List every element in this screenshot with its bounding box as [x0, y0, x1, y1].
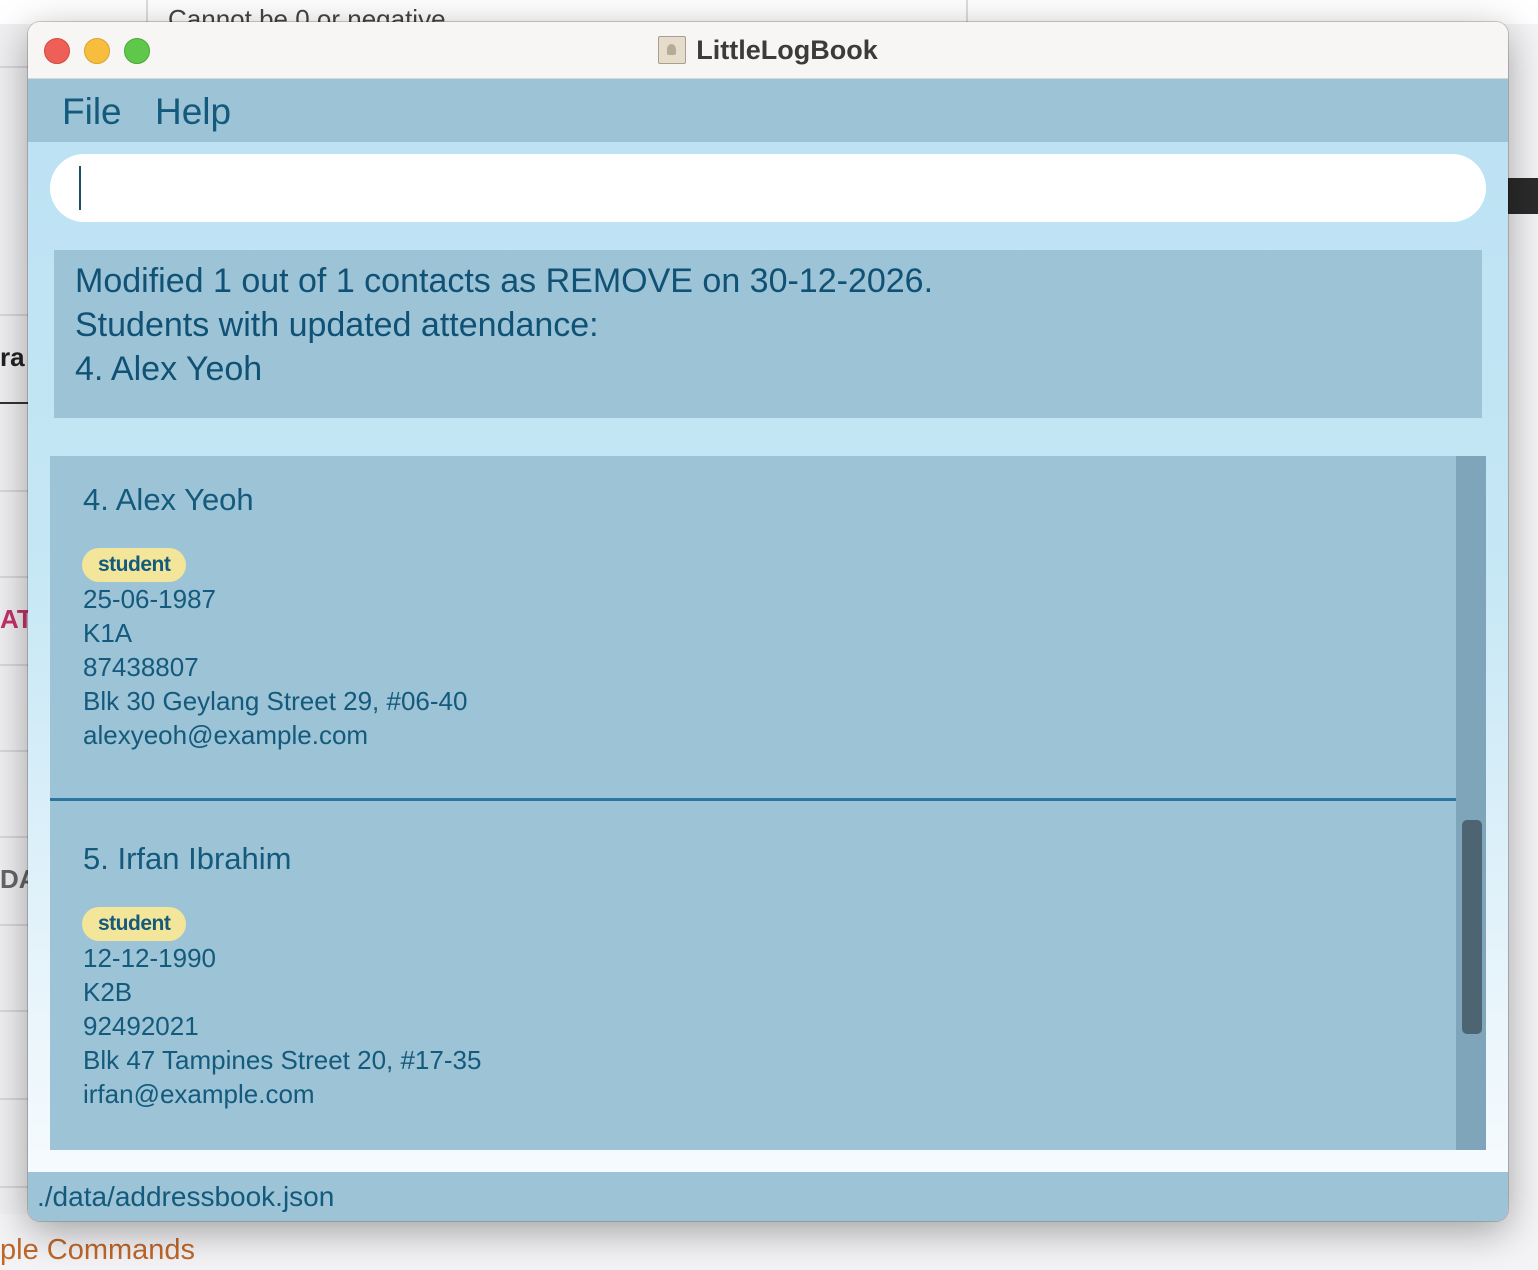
contact-address: Blk 30 Geylang Street 29, #06-40: [83, 686, 468, 716]
contact-phone: 92492021: [83, 1011, 199, 1041]
result-line: Students with updated attendance:: [75, 306, 599, 344]
background-bottom-text: ple Commands: [0, 1234, 196, 1266]
status-bar: ./data/addressbook.json: [28, 1172, 1508, 1221]
window-title: LittleLogBook: [696, 34, 878, 65]
address-book-icon: [658, 36, 687, 64]
contact-email: irfan@example.com: [83, 1079, 315, 1109]
background-snippet: DA: [0, 864, 28, 894]
contact-class: K1A: [83, 618, 133, 648]
contact-address: Blk 47 Tampines Street 20, #17-35: [83, 1045, 482, 1075]
background-snippet: AT: [0, 604, 28, 634]
app-window: LittleLogBook File Help Modified 1 out o…: [28, 22, 1508, 1221]
background-divider: [146, 0, 148, 24]
text-caret: [79, 166, 81, 210]
background-dark-bar: [1508, 178, 1538, 214]
menu-file[interactable]: File: [62, 91, 122, 133]
background-divider: [966, 0, 968, 24]
contact-name: 5. Irfan Ibrahim: [83, 841, 292, 876]
background-snippet: ra: [0, 342, 25, 372]
contact-class: K2B: [83, 977, 133, 1007]
result-line: Modified 1 out of 1 contacts as REMOVE o…: [75, 262, 934, 300]
menu-help[interactable]: Help: [155, 91, 231, 133]
contact-birthday: 12-12-1990: [83, 943, 216, 973]
contact-birthday: 25-06-1987: [83, 584, 216, 614]
main-content: Modified 1 out of 1 contacts as REMOVE o…: [28, 142, 1508, 1172]
tag-badge: student: [82, 907, 187, 941]
background-window-top: Cannot be 0 or negative: [0, 0, 1538, 34]
contact-card[interactable]: 4. Alex Yeoh student 25-06-1987 K1A 8743…: [50, 456, 1456, 799]
menu-bar: File Help: [28, 79, 1508, 142]
contact-list[interactable]: 4. Alex Yeoh student 25-06-1987 K1A 8743…: [50, 456, 1486, 1150]
save-file-path: ./data/addressbook.json: [37, 1181, 335, 1212]
contact-phone: 87438807: [83, 652, 199, 682]
contact-email: alexyeoh@example.com: [83, 720, 369, 750]
scrollbar-thumb[interactable]: [1462, 820, 1482, 1034]
contact-name: 4. Alex Yeoh: [83, 482, 254, 517]
scrollbar-track[interactable]: [1456, 456, 1486, 1150]
command-input[interactable]: [50, 154, 1486, 222]
contact-card[interactable]: 5. Irfan Ibrahim student 12-12-1990 K2B …: [50, 803, 1456, 1150]
background-left-strip: ra AT DA: [0, 24, 28, 1214]
title-bar[interactable]: LittleLogBook: [28, 22, 1508, 79]
result-line: 4. Alex Yeoh: [75, 350, 263, 388]
result-display: Modified 1 out of 1 contacts as REMOVE o…: [54, 250, 1482, 418]
tag-badge: student: [82, 548, 187, 582]
card-separator: [50, 798, 1456, 801]
